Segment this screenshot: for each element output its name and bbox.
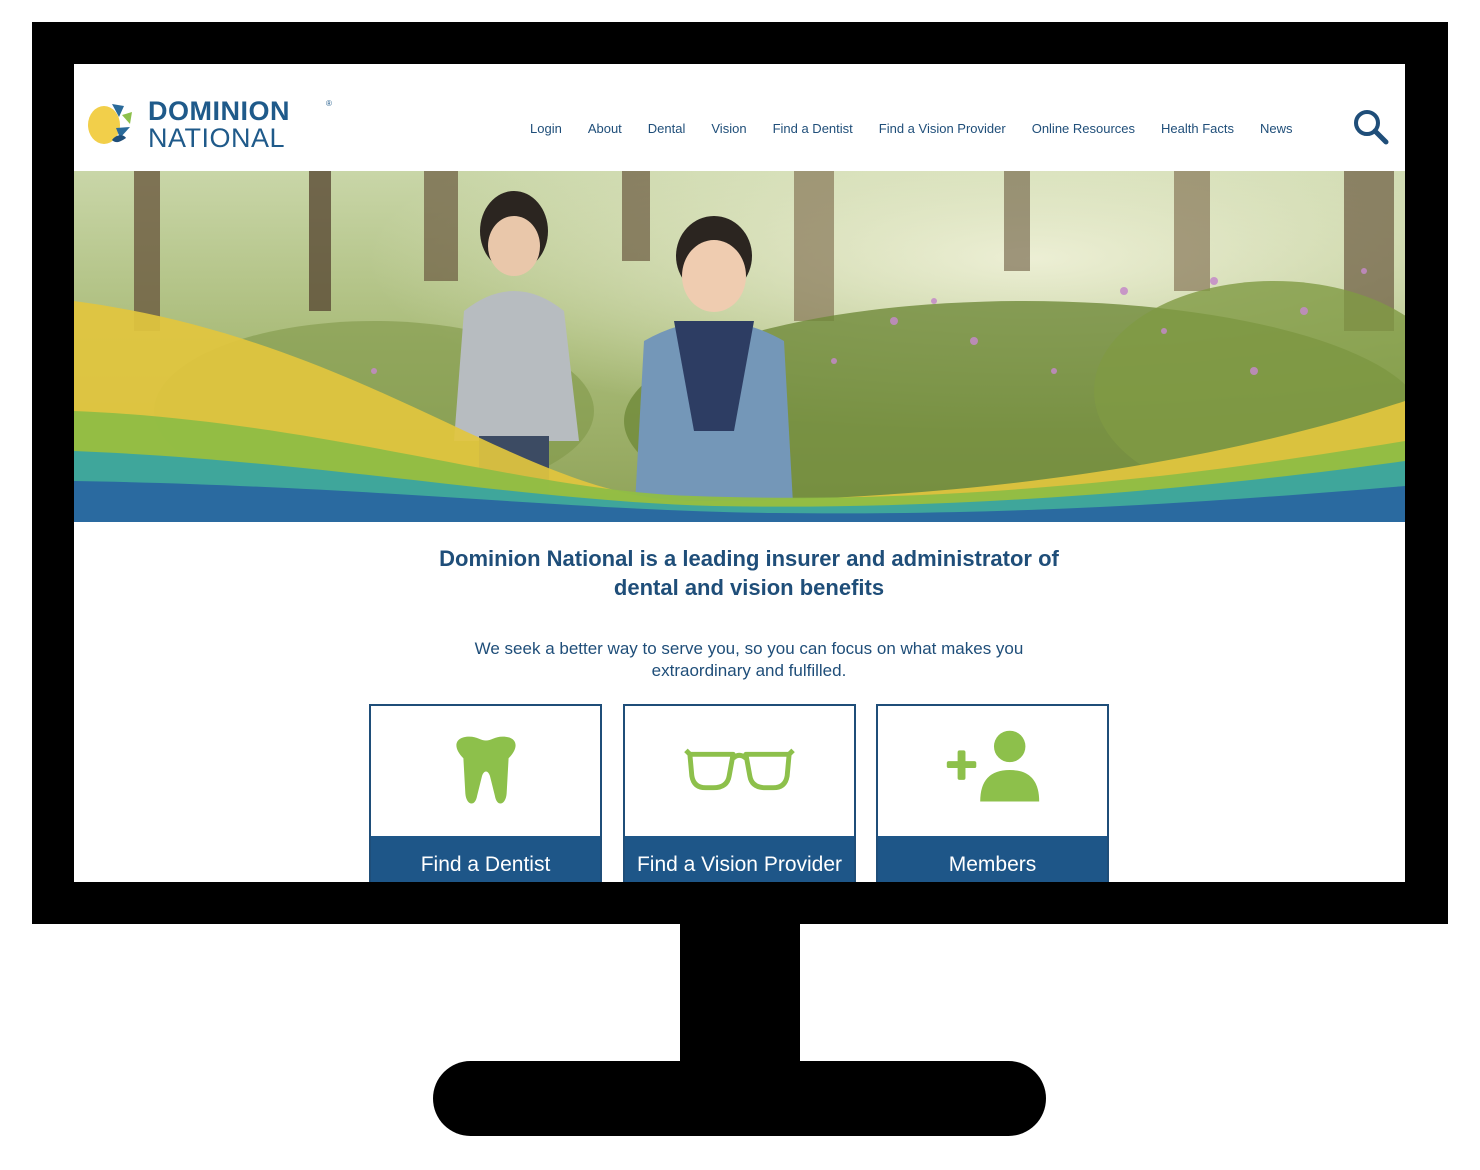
registered-mark: ® [326, 99, 332, 108]
logo-mark-icon [88, 104, 132, 144]
nav-find-a-dentist[interactable]: Find a Dentist [773, 121, 853, 136]
hero-banner-image [74, 171, 1405, 522]
nav-dental[interactable]: Dental [648, 121, 686, 136]
card-label-find-a-dentist: Find a Dentist [371, 836, 600, 882]
monitor-stand-neck [680, 922, 800, 1067]
headline-line1: Dominion National is a leading insurer a… [439, 546, 1059, 571]
subline-line1: We seek a better way to serve you, so yo… [474, 639, 1024, 658]
website-screen: DOMINION NATIONAL ® Login About Dental V… [74, 64, 1405, 882]
nav-vision[interactable]: Vision [711, 121, 746, 136]
tooth-icon [456, 736, 516, 804]
search-icon[interactable] [1352, 108, 1390, 146]
subline-line2: extraordinary and fulfilled. [651, 661, 847, 680]
card-find-a-dentist[interactable]: Find a Dentist [369, 704, 602, 882]
nav-health-facts[interactable]: Health Facts [1161, 121, 1234, 136]
headline-line2: dental and vision benefits [613, 575, 885, 600]
nav-news[interactable]: News [1260, 121, 1293, 136]
main-subline: We seek a better way to serve you, so yo… [74, 638, 1405, 682]
nav-online-resources[interactable]: Online Resources [1032, 121, 1135, 136]
site-header: DOMINION NATIONAL ® Login About Dental V… [74, 64, 1405, 171]
monitor-stand-base [433, 1061, 1046, 1136]
card-label-find-a-vision-provider: Find a Vision Provider [625, 836, 854, 882]
main-headline: Dominion National is a leading insurer a… [74, 544, 1405, 602]
nav-about[interactable]: About [588, 121, 622, 136]
card-members[interactable]: Members [876, 704, 1109, 882]
nav-find-a-vision-provider[interactable]: Find a Vision Provider [879, 121, 1006, 136]
main-nav: Login About Dental Vision Find a Dentist… [530, 118, 1319, 138]
card-label-members: Members [878, 836, 1107, 882]
glasses-icon [684, 748, 795, 791]
add-user-icon [946, 730, 1040, 802]
site-logo[interactable]: DOMINION NATIONAL ® [86, 94, 332, 154]
logo-text-line2: NATIONAL [148, 123, 286, 153]
nav-login[interactable]: Login [530, 121, 562, 136]
card-find-a-vision-provider[interactable]: Find a Vision Provider [623, 704, 856, 882]
